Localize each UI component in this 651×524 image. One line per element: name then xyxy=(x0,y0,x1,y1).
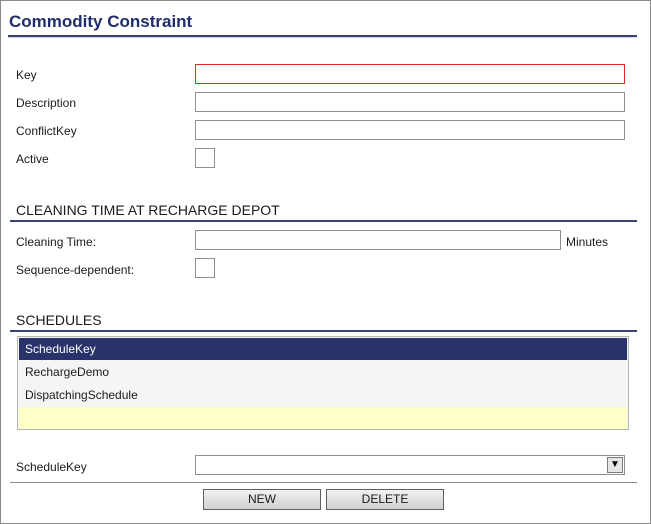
cleaning-time-unit: Minutes xyxy=(566,235,609,249)
cleaning-section-divider xyxy=(10,220,637,222)
description-label: Description xyxy=(16,96,77,110)
description-input[interactable] xyxy=(195,92,625,112)
page-title: Commodity Constraint xyxy=(9,12,193,31)
footer-divider xyxy=(10,482,637,483)
new-entry-row[interactable] xyxy=(19,407,627,429)
conflictkey-label: ConflictKey xyxy=(16,124,77,138)
commodity-constraint-panel: Commodity Constraint Key Description Con… xyxy=(0,0,651,524)
schedulekey-select[interactable]: ▼ xyxy=(195,455,625,475)
active-label: Active xyxy=(16,152,49,166)
schedules-section-title: SCHEDULES xyxy=(16,312,102,328)
conflictkey-input[interactable] xyxy=(195,120,625,140)
list-item[interactable]: RechargeDemo xyxy=(19,361,627,383)
key-input[interactable] xyxy=(195,64,625,84)
active-checkbox[interactable] xyxy=(195,148,215,168)
sequence-dependent-label: Sequence-dependent: xyxy=(16,263,135,277)
list-header-schedulekey[interactable]: ScheduleKey xyxy=(19,338,627,360)
cleaning-time-input[interactable] xyxy=(195,230,561,250)
schedules-list: ScheduleKey RechargeDemo DispatchingSche… xyxy=(17,336,629,430)
sequence-dependent-checkbox[interactable] xyxy=(195,258,215,278)
chevron-down-icon[interactable]: ▼ xyxy=(607,457,623,473)
key-label: Key xyxy=(16,68,37,82)
delete-button[interactable]: DELETE xyxy=(326,489,444,510)
title-divider xyxy=(8,35,637,38)
new-button[interactable]: NEW xyxy=(203,489,321,510)
cleaning-section-title: CLEANING TIME AT RECHARGE DEPOT xyxy=(16,202,280,218)
schedulekey-label: ScheduleKey xyxy=(16,460,87,474)
list-item[interactable]: DispatchingSchedule xyxy=(19,384,627,406)
cleaning-time-label: Cleaning Time: xyxy=(16,235,97,249)
schedules-section-divider xyxy=(10,330,637,332)
